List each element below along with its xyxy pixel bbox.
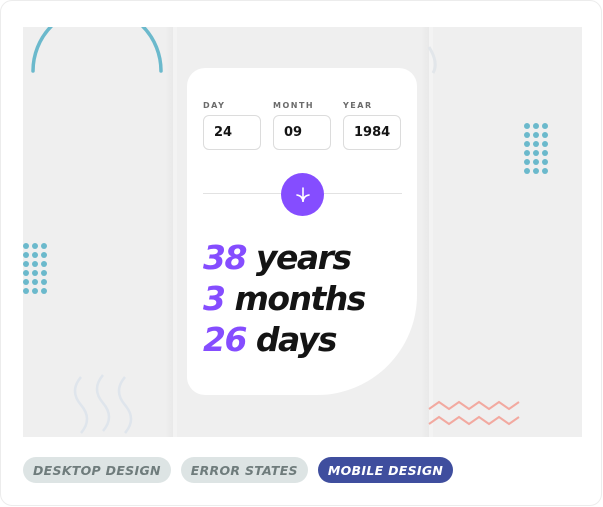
month-input[interactable]: 09 bbox=[273, 115, 331, 150]
months-value: 3 bbox=[203, 279, 226, 318]
months-unit: months bbox=[224, 279, 366, 318]
years-unit: years bbox=[245, 238, 352, 277]
design-preview[interactable]: DAY MONTH YEAR 24 09 1984 38 years 3 mon… bbox=[23, 27, 582, 437]
arrow-down-icon bbox=[295, 186, 310, 202]
year-label: YEAR bbox=[343, 101, 373, 110]
result-months: 3 months bbox=[203, 279, 366, 318]
result-days: 26 days bbox=[203, 320, 338, 359]
month-label: MONTH bbox=[273, 101, 315, 110]
day-label: DAY bbox=[203, 101, 226, 110]
tag-error-states[interactable]: ERROR STATES bbox=[180, 457, 308, 483]
years-value: 38 bbox=[203, 238, 247, 277]
curly-brace-shape bbox=[73, 374, 133, 434]
submit-button[interactable] bbox=[281, 173, 324, 216]
age-calculator-card: DAY MONTH YEAR 24 09 1984 38 years 3 mon… bbox=[187, 68, 417, 395]
dot-grid-right bbox=[524, 123, 548, 174]
tag-mobile-design[interactable]: MOBILE DESIGN bbox=[317, 457, 454, 483]
result-years: 38 years bbox=[203, 238, 352, 277]
year-input[interactable]: 1984 bbox=[343, 115, 401, 150]
light-arc-shape bbox=[427, 46, 437, 74]
days-value: 26 bbox=[203, 320, 247, 359]
teal-arch-shape bbox=[31, 27, 163, 73]
tag-desktop-design[interactable]: DESKTOP DESIGN bbox=[23, 457, 171, 483]
dot-grid-left bbox=[23, 243, 47, 294]
day-input[interactable]: 24 bbox=[203, 115, 261, 150]
zigzag-shape bbox=[428, 400, 520, 426]
days-unit: days bbox=[245, 320, 338, 359]
project-card: DAY MONTH YEAR 24 09 1984 38 years 3 mon… bbox=[0, 0, 602, 506]
tag-list: DESKTOP DESIGN ERROR STATES MOBILE DESIG… bbox=[23, 457, 454, 483]
